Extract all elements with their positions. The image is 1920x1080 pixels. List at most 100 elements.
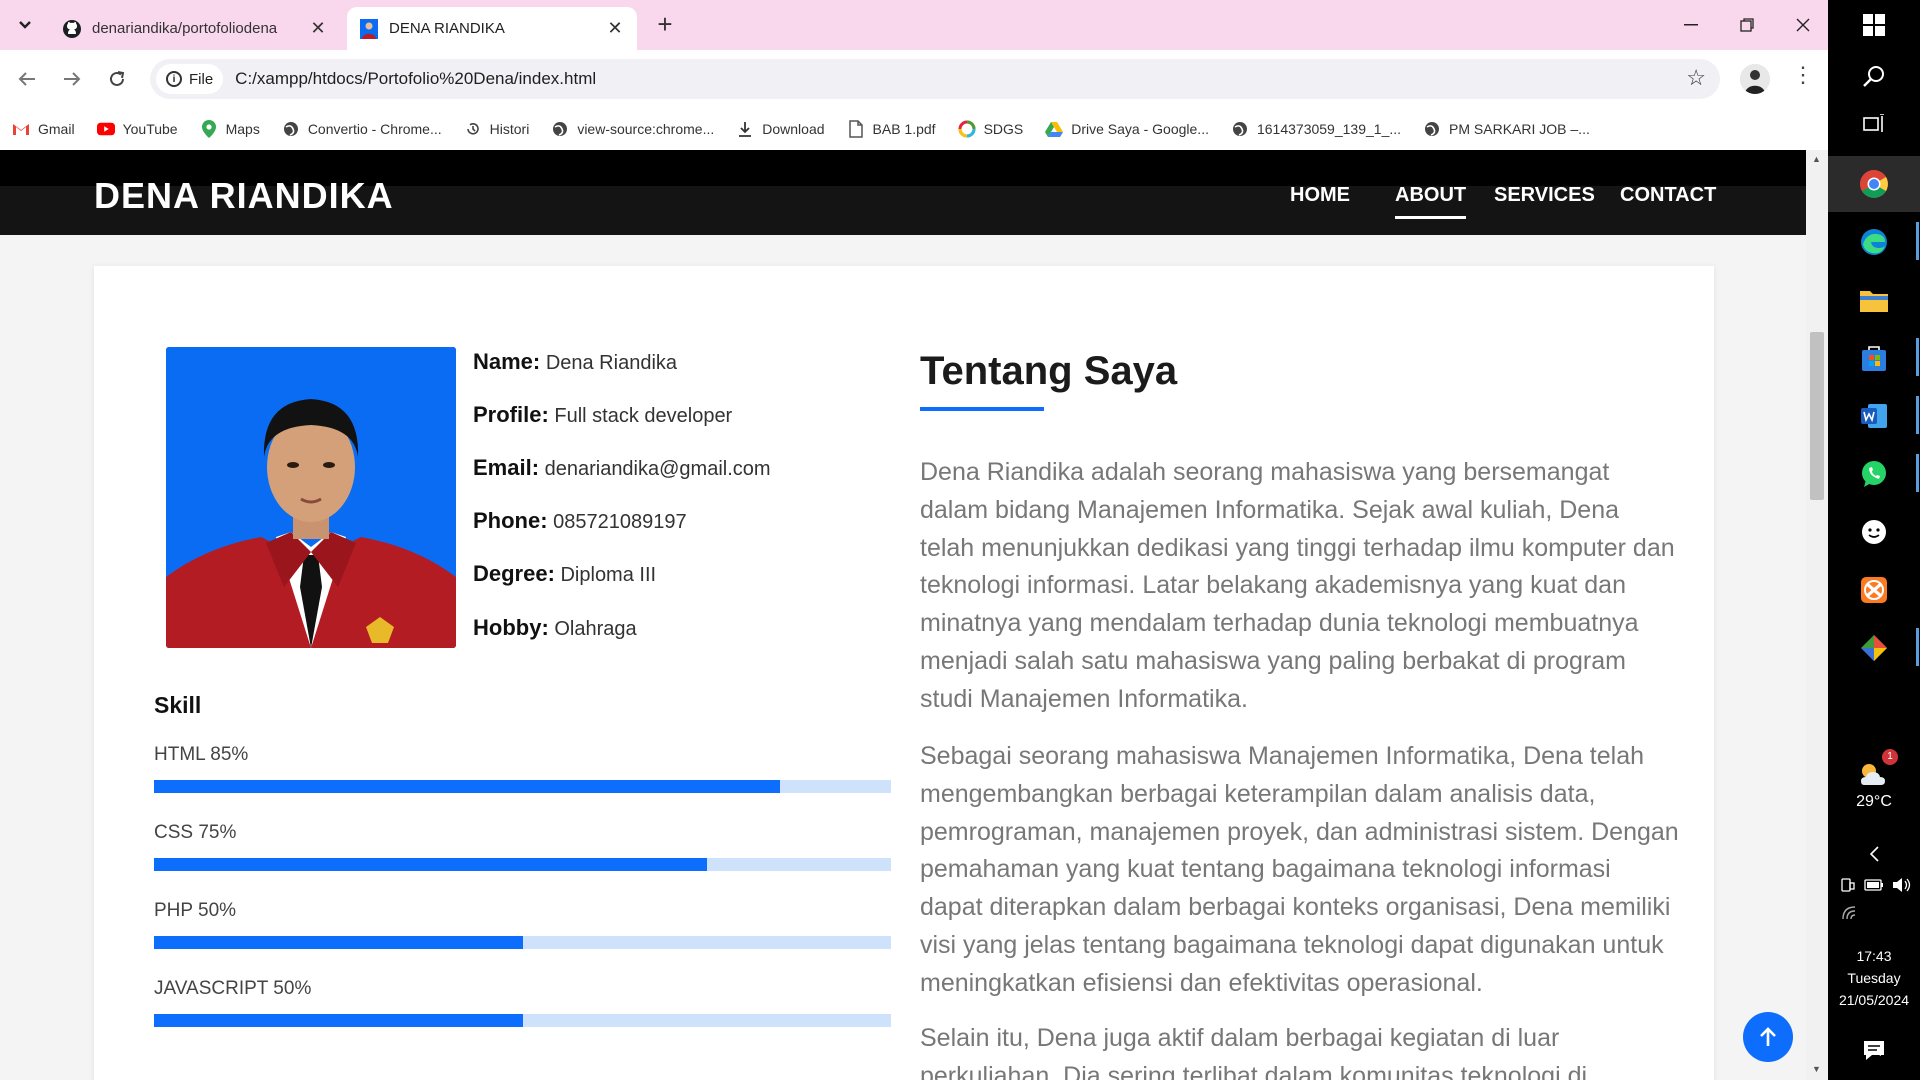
address-bar[interactable]: i File C:/xampp/htdocs/Portofolio%20Dena… bbox=[150, 59, 1720, 99]
browser-window: denariandika/portofoliodena ✕ DENA RIAND… bbox=[0, 0, 1828, 1080]
battery-icon[interactable] bbox=[1864, 878, 1884, 892]
bookmark-drive[interactable]: Drive Saya - Google... bbox=[1045, 120, 1209, 138]
nav-about[interactable]: ABOUT bbox=[1395, 184, 1467, 219]
new-tab-button[interactable]: + bbox=[650, 10, 680, 40]
weather-widget[interactable]: 1 bbox=[1854, 749, 1898, 795]
skill-fill bbox=[154, 780, 781, 793]
bookmark-youtube[interactable]: YouTube bbox=[96, 120, 178, 138]
nav-contact[interactable]: CONTACT bbox=[1620, 184, 1716, 207]
close-window-button[interactable] bbox=[1775, 0, 1828, 50]
clock-date[interactable]: 21/05/2024 bbox=[1828, 992, 1920, 1008]
browser-menu-icon[interactable]: ⋮ bbox=[1792, 62, 1814, 88]
reload-button[interactable] bbox=[100, 62, 134, 96]
bookmark-download[interactable]: Download bbox=[736, 120, 825, 138]
scroll-up-arrow-icon[interactable]: ▲ bbox=[1812, 154, 1821, 164]
taskbar-file-explorer[interactable] bbox=[1854, 280, 1894, 320]
notification-count: 7 bbox=[1878, 1048, 1884, 1059]
minimize-icon bbox=[1684, 24, 1698, 26]
github-icon bbox=[62, 19, 82, 39]
info-label: Phone: bbox=[473, 508, 548, 533]
browser-toolbar: i File C:/xampp/htdocs/Portofolio%20Dena… bbox=[0, 50, 1828, 108]
word-icon bbox=[1861, 404, 1887, 428]
bookmark-star-icon[interactable]: ☆ bbox=[1686, 65, 1706, 91]
bookmark-convertio[interactable]: Convertio - Chrome... bbox=[282, 120, 442, 138]
taskbar-chrome[interactable] bbox=[1854, 164, 1894, 204]
bookmark-bab1-pdf[interactable]: BAB 1.pdf bbox=[847, 120, 936, 138]
taskbar-emoji-app[interactable] bbox=[1854, 512, 1894, 552]
bookmark-view-source[interactable]: view-source:chrome... bbox=[551, 120, 714, 138]
scrollbar-thumb[interactable] bbox=[1810, 332, 1824, 500]
info-label: Email: bbox=[473, 455, 540, 480]
search-button[interactable] bbox=[1854, 56, 1894, 96]
bookmark-sdgs[interactable]: SDGS bbox=[958, 120, 1023, 138]
notification-center-button[interactable]: 7 bbox=[1854, 1030, 1894, 1070]
site-brand[interactable]: DENA RIANDIKA bbox=[94, 175, 394, 217]
info-icon: i bbox=[166, 71, 182, 87]
info-phone: Phone: 085721089197 bbox=[473, 508, 687, 534]
show-hidden-icons-button[interactable] bbox=[1854, 834, 1894, 874]
close-tab-icon[interactable]: ✕ bbox=[605, 18, 625, 39]
bookmarks-bar: Gmail YouTube Maps Convertio - Chrome...… bbox=[0, 108, 1828, 150]
scroll-down-arrow-icon[interactable]: ▼ bbox=[1812, 1064, 1821, 1074]
close-tab-icon[interactable]: ✕ bbox=[308, 18, 328, 39]
arrow-left-icon bbox=[18, 72, 35, 86]
profile-photo-image bbox=[166, 347, 456, 648]
skill-label-html: HTML 85% bbox=[154, 744, 249, 765]
device-icon[interactable] bbox=[1840, 877, 1856, 893]
smiley-icon bbox=[1862, 520, 1886, 544]
tab-github[interactable]: denariandika/portofoliodena ✕ bbox=[50, 7, 340, 50]
gmail-icon bbox=[12, 120, 30, 138]
tab-search-button[interactable] bbox=[8, 8, 42, 42]
info-value: 085721089197 bbox=[553, 511, 687, 533]
info-profile: Profile: Full stack developer bbox=[473, 402, 732, 428]
edge-icon bbox=[1861, 229, 1887, 255]
git-client-icon bbox=[1861, 635, 1887, 661]
taskbar-word[interactable] bbox=[1854, 396, 1894, 436]
bookmark-gmail[interactable]: Gmail bbox=[12, 120, 75, 138]
page-scrollbar[interactable]: ▲ ▼ bbox=[1806, 150, 1828, 1080]
nav-home[interactable]: HOME bbox=[1290, 184, 1350, 207]
reload-icon bbox=[110, 71, 125, 86]
skill-bar-css bbox=[154, 858, 891, 871]
forward-button[interactable] bbox=[55, 62, 89, 96]
taskbar-edge[interactable] bbox=[1854, 222, 1894, 262]
bookmark-label: YouTube bbox=[122, 121, 178, 137]
bookmark-1614373059[interactable]: 1614373059_139_1_... bbox=[1231, 120, 1401, 138]
avatar-icon bbox=[1740, 64, 1770, 94]
back-button[interactable] bbox=[10, 62, 44, 96]
volume-icon[interactable] bbox=[1892, 877, 1912, 893]
back-to-top-button[interactable] bbox=[1743, 1012, 1793, 1062]
restore-button[interactable] bbox=[1719, 0, 1775, 50]
running-app-marker bbox=[1916, 454, 1919, 492]
info-degree: Degree: Diploma III bbox=[473, 561, 656, 587]
start-button[interactable] bbox=[1854, 5, 1894, 45]
info-value: Olahraga bbox=[554, 618, 637, 640]
profile-avatar[interactable] bbox=[1740, 64, 1770, 94]
bookmark-histori[interactable]: Histori bbox=[464, 120, 529, 138]
bookmark-label: Convertio - Chrome... bbox=[307, 121, 442, 137]
taskbar-whatsapp[interactable] bbox=[1854, 454, 1894, 494]
file-icon bbox=[847, 120, 865, 138]
folder-icon bbox=[1860, 291, 1888, 312]
taskbar-xampp[interactable] bbox=[1854, 570, 1894, 610]
site-info-chip[interactable]: i File bbox=[156, 64, 224, 94]
skill-fill bbox=[154, 936, 523, 949]
bookmark-maps[interactable]: Maps bbox=[200, 120, 260, 138]
clock-day[interactable]: Tuesday bbox=[1828, 970, 1920, 986]
globe-icon bbox=[1231, 120, 1249, 138]
skill-bar-javascript bbox=[154, 1014, 891, 1027]
clock-time[interactable]: 17:43 bbox=[1828, 948, 1920, 964]
bookmark-label: Download bbox=[762, 121, 825, 137]
wifi-tray-button[interactable] bbox=[1842, 906, 1860, 925]
bookmark-pm-sarkari[interactable]: PM SARKARI JOB –... bbox=[1423, 120, 1590, 138]
minimize-button[interactable] bbox=[1663, 0, 1719, 50]
taskbar-store[interactable] bbox=[1854, 338, 1894, 378]
task-view-button[interactable] bbox=[1854, 104, 1894, 144]
nav-services[interactable]: SERVICES bbox=[1494, 184, 1595, 207]
bookmark-label: view-source:chrome... bbox=[577, 121, 715, 137]
tab-dena-riandika[interactable]: DENA RIANDIKA ✕ bbox=[347, 7, 637, 50]
xampp-icon bbox=[1861, 577, 1887, 603]
taskbar-git[interactable] bbox=[1854, 628, 1894, 668]
info-hobby: Hobby: Olahraga bbox=[473, 615, 637, 641]
about-heading: Tentang Saya bbox=[920, 349, 1178, 393]
